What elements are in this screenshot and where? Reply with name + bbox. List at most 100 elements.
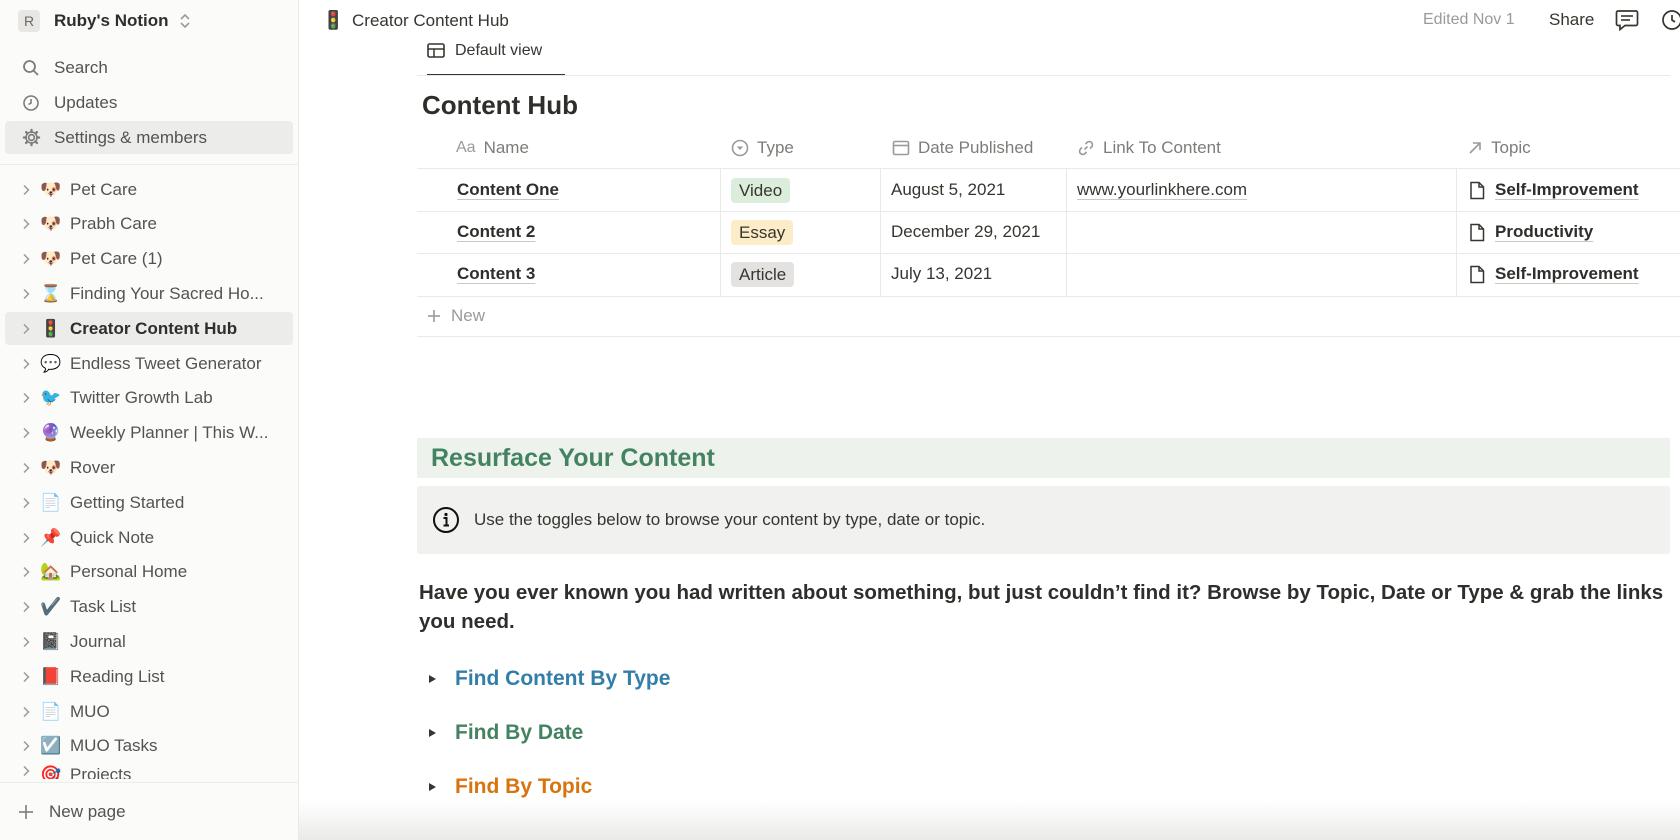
sidebar-page-item[interactable]: 🔮 Weekly Planner | This W...	[5, 417, 293, 450]
sidebar-page-item[interactable]: 📄 Getting Started	[5, 486, 293, 519]
history-icon[interactable]	[1661, 9, 1680, 31]
comment-icon[interactable]	[1615, 9, 1639, 31]
sidebar-page-item[interactable]: ✔️ Task List	[5, 591, 293, 624]
table-cell-topic[interactable]: Self-Improvement	[1469, 264, 1639, 284]
toggle-find-by-topic[interactable]: Find By Topic	[425, 775, 592, 799]
page-icon	[1470, 265, 1485, 283]
view-divider	[417, 75, 1670, 76]
table-cell-topic[interactable]: Self-Improvement	[1469, 180, 1639, 200]
callout-text[interactable]: Use the toggles below to browse your con…	[474, 510, 985, 530]
sidebar-page-item[interactable]: 🐶 Rover	[5, 451, 293, 484]
sidebar-page-item[interactable]: 💬 Endless Tweet Generator	[5, 347, 293, 380]
chevron-right-icon[interactable]	[19, 765, 33, 777]
topic-label: Productivity	[1495, 222, 1594, 241]
plus-icon	[19, 805, 33, 819]
column-divider	[1066, 168, 1067, 296]
table-cell-name[interactable]: Content One	[457, 180, 559, 200]
toggle-find-by-date[interactable]: Find By Date	[425, 721, 583, 745]
chevron-right-icon[interactable]	[19, 462, 33, 474]
resurface-heading-text[interactable]: Resurface Your Content	[431, 444, 715, 473]
column-header-name-label: Name	[483, 138, 529, 157]
sidebar-page-item[interactable]: 🚦 Creator Content Hub	[5, 312, 293, 346]
chevron-right-icon[interactable]	[19, 497, 33, 509]
topbar: 🚦 Creator Content Hub Edited Nov 1 Share	[298, 0, 1680, 40]
info-icon[interactable]	[432, 506, 460, 534]
column-header-name[interactable]: Aa Name	[456, 136, 529, 160]
sidebar-page-item[interactable]: 📓 Journal	[5, 625, 293, 658]
chevron-right-icon[interactable]	[19, 706, 33, 718]
chevron-right-icon[interactable]	[19, 218, 33, 230]
column-header-topic[interactable]: Topic	[1467, 136, 1531, 160]
sidebar-search[interactable]: Search	[5, 51, 293, 84]
chevron-right-icon[interactable]	[19, 532, 33, 544]
chevron-right-icon[interactable]	[19, 566, 33, 578]
table-cell-date[interactable]: July 13, 2021	[891, 264, 992, 284]
chevron-right-icon[interactable]	[19, 288, 33, 300]
table-cell-date[interactable]: December 29, 2021	[891, 222, 1040, 242]
sidebar-page-item[interactable]: 🐶 Prabh Care	[5, 208, 293, 241]
sidebar-page-label: Personal Home	[70, 562, 188, 582]
resurface-heading: Resurface Your Content	[417, 438, 1670, 478]
page-emoji-icon: 📕	[40, 666, 62, 686]
link-icon	[1077, 139, 1095, 157]
database-title[interactable]: Content Hub	[422, 90, 578, 121]
chevron-right-icon[interactable]	[19, 184, 33, 196]
chevron-right-icon[interactable]	[19, 358, 33, 370]
table-border	[417, 253, 1680, 254]
sidebar-updates[interactable]: Updates	[5, 86, 293, 119]
sidebar-page-item[interactable]: 📕 Reading List	[5, 660, 293, 693]
table-cell-link[interactable]: www.yourlinkhere.com	[1077, 180, 1247, 200]
page-icon	[1470, 223, 1485, 241]
new-row-button[interactable]: New	[426, 306, 485, 326]
toggle-label: Find By Topic	[455, 775, 593, 798]
column-header-date[interactable]: Date Published	[892, 136, 1033, 160]
type-tag[interactable]: Article	[731, 262, 795, 287]
chevron-right-icon[interactable]	[19, 253, 33, 265]
breadcrumb-title[interactable]: Creator Content Hub	[352, 11, 509, 31]
sidebar-search-label: Search	[54, 57, 108, 77]
toggle-find-by-type[interactable]: Find Content By Type	[425, 667, 670, 691]
chevron-right-icon[interactable]	[19, 601, 33, 613]
table-cell-topic[interactable]: Productivity	[1469, 222, 1593, 242]
sidebar-page-item[interactable]: 🐦 Twitter Growth Lab	[5, 382, 293, 415]
share-button[interactable]: Share	[1549, 10, 1594, 30]
chevron-right-icon[interactable]	[19, 636, 33, 648]
column-header-type[interactable]: Type	[731, 136, 794, 160]
intro-paragraph[interactable]: Have you ever known you had written abou…	[419, 578, 1669, 636]
sidebar-page-item[interactable]: 🏡 Personal Home	[5, 556, 293, 589]
type-tag[interactable]: Video	[731, 178, 791, 203]
sidebar-page-item[interactable]: ☑️ MUO Tasks	[5, 730, 293, 763]
new-page-button[interactable]: New page	[0, 782, 298, 840]
sidebar-page-label: Weekly Planner | This W...	[70, 423, 269, 443]
type-tag[interactable]: Essay	[731, 220, 794, 245]
sidebar-page-label: Finding Your Sacred Ho...	[70, 283, 264, 303]
chevron-right-icon[interactable]	[19, 740, 33, 752]
sidebar-page-label: MUO	[70, 701, 110, 721]
sidebar-page-label: Twitter Growth Lab	[70, 388, 213, 408]
sidebar-page-item[interactable]: 🐶 Pet Care	[5, 173, 293, 206]
sidebar-page-item[interactable]: 🐶 Pet Care (1)	[5, 243, 293, 276]
page-emoji-icon: ☑️	[40, 736, 62, 756]
chevron-right-icon[interactable]	[19, 323, 33, 335]
tab-default-view-label: Default view	[455, 42, 543, 59]
table-cell-name[interactable]: Content 2	[457, 222, 535, 242]
page-emoji-icon: 🔮	[40, 423, 62, 443]
sidebar-page-item[interactable]: 🎯 Projects	[5, 765, 293, 779]
tab-default-view[interactable]: Default view	[427, 40, 565, 76]
sidebar-page-item[interactable]: 📄 MUO	[5, 695, 293, 728]
chevron-right-icon[interactable]	[19, 427, 33, 439]
topic-label: Self-Improvement	[1495, 180, 1639, 199]
workspace-name: Ruby's Notion	[54, 11, 169, 30]
page-icon	[1470, 181, 1485, 199]
sidebar-settings[interactable]: Settings & members	[5, 121, 293, 154]
sidebar-page-label: Creator Content Hub	[70, 318, 238, 338]
table-cell-name[interactable]: Content 3	[457, 264, 535, 284]
chevron-right-icon[interactable]	[19, 392, 33, 404]
chevron-right-icon[interactable]	[19, 671, 33, 683]
workspace-switcher[interactable]: R Ruby's Notion	[8, 6, 290, 36]
sidebar-page-item[interactable]: 📌 Quick Note	[5, 521, 293, 554]
table-cell-date[interactable]: August 5, 2021	[891, 180, 1005, 200]
column-header-link[interactable]: Link To Content	[1077, 136, 1221, 160]
column-divider	[720, 168, 721, 296]
sidebar-page-item[interactable]: ⌛ Finding Your Sacred Ho...	[5, 277, 293, 310]
